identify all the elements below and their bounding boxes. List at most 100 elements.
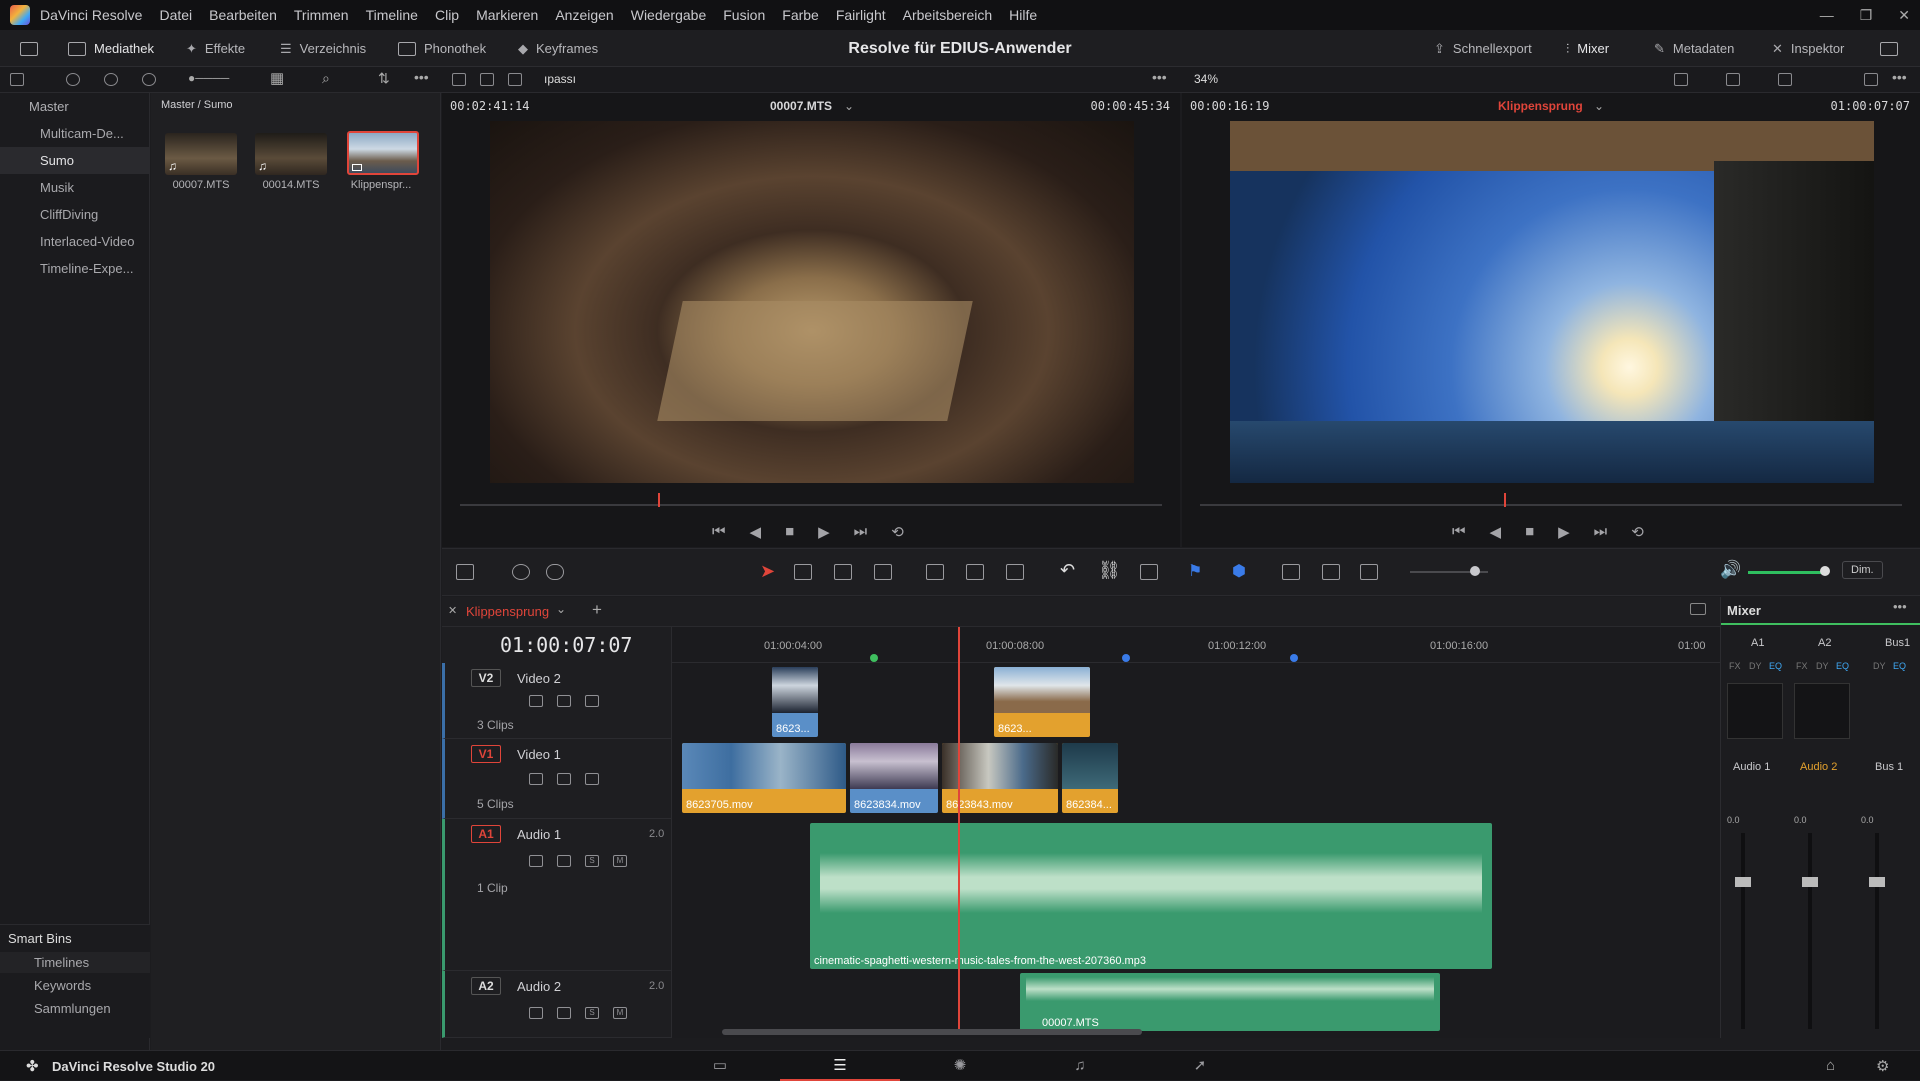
sort-icon[interactable]: ⇅ — [378, 70, 390, 87]
more-options-icon[interactable]: ••• — [1893, 599, 1907, 614]
timeline-options-icon[interactable] — [456, 564, 474, 580]
stop-icon[interactable]: ■ — [785, 523, 794, 541]
timeline-ruler[interactable]: 01:00:04:00 01:00:08:00 01:00:12:00 01:0… — [672, 627, 1720, 663]
gear-icon[interactable]: ⚙ — [1876, 1057, 1889, 1075]
volume-slider[interactable] — [1748, 571, 1822, 574]
solo-button[interactable]: S — [585, 855, 599, 867]
v1-clip[interactable]: 8623705.mov — [682, 743, 846, 813]
mute-button[interactable]: M — [613, 1007, 627, 1019]
reverse-icon[interactable]: ◀ — [1490, 523, 1502, 541]
play-icon[interactable]: ▶ — [1558, 523, 1570, 541]
close-icon[interactable]: ✕ — [1898, 7, 1910, 24]
cinema-mode-icon[interactable] — [1864, 73, 1878, 86]
lock-icon[interactable] — [529, 1007, 543, 1019]
search-icon[interactable]: ⌕ — [322, 70, 330, 87]
menu-arbeitsbereich[interactable]: Arbeitsbereich — [903, 7, 993, 23]
more-options-icon[interactable]: ••• — [414, 69, 429, 85]
maximize-icon[interactable]: ❐ — [1860, 7, 1873, 24]
track-id-v2[interactable]: V2 — [471, 669, 501, 687]
snapping-icon[interactable]: ↶ — [1060, 560, 1075, 581]
dy-label[interactable]: DY — [1873, 661, 1886, 671]
source-playhead[interactable] — [658, 493, 660, 507]
bin-item[interactable]: Interlaced-Video — [0, 228, 149, 255]
fader-handle[interactable] — [1735, 877, 1751, 887]
bin-master[interactable]: Master — [0, 93, 149, 120]
timeline-tracks[interactable]: 01:00:04:00 01:00:08:00 01:00:12:00 01:0… — [672, 627, 1720, 1038]
replace-clip-icon[interactable] — [1006, 564, 1024, 580]
home-icon[interactable]: ⌂ — [1826, 1057, 1835, 1074]
source-video-frame[interactable] — [490, 121, 1134, 483]
pan-control[interactable] — [1727, 683, 1783, 739]
timeline-view-icon[interactable] — [1690, 603, 1706, 615]
lock-icon[interactable] — [529, 855, 543, 867]
jump-start-icon[interactable]: ⏮ — [712, 523, 726, 541]
solo-button[interactable]: S — [585, 1007, 599, 1019]
marker-green[interactable] — [870, 654, 878, 662]
full-extent-zoom-icon[interactable] — [1282, 564, 1300, 580]
marker-icon[interactable]: ⬢ — [1232, 561, 1246, 581]
chevron-down-icon[interactable]: ⌄ — [556, 602, 566, 616]
position-lock-icon[interactable] — [1140, 564, 1158, 580]
inspektor-button[interactable]: ✕ Inspektor — [1772, 30, 1844, 67]
bin-item[interactable]: CliffDiving — [0, 201, 149, 228]
volume-handle[interactable] — [1820, 566, 1830, 576]
menu-bearbeiten[interactable]: Bearbeiten — [209, 7, 277, 23]
track-id-a1[interactable]: A1 — [471, 825, 501, 843]
metadaten-button[interactable]: ✎ Metadaten — [1654, 30, 1734, 67]
grid-view-icon[interactable]: ▦ — [270, 69, 284, 87]
jump-start-icon[interactable]: ⏮ — [1452, 523, 1466, 541]
zoom-slider-handle[interactable] — [1470, 566, 1480, 576]
v2-clip[interactable]: 8623... — [772, 667, 818, 737]
bin-item[interactable]: Musik — [0, 174, 149, 201]
edit-page-icon[interactable]: ☰ — [780, 1051, 900, 1081]
dy-label[interactable]: DY — [1749, 661, 1762, 671]
smart-bin-icon[interactable] — [104, 73, 118, 86]
minimize-icon[interactable]: — — [1820, 7, 1834, 23]
smart-bin-item[interactable]: Keywords — [0, 973, 150, 998]
panel-toggle-button[interactable] — [20, 30, 38, 67]
fullscreen-button[interactable] — [1880, 30, 1898, 67]
dynamic-trim-icon[interactable] — [834, 564, 852, 580]
jump-end-icon[interactable]: ⏭ — [1594, 523, 1608, 541]
record-timeline-name[interactable]: Klippensprung — [1498, 99, 1583, 113]
keyframes-button[interactable]: ◆ Keyframes — [518, 30, 598, 67]
media-page-icon[interactable]: ▭ — [660, 1051, 780, 1081]
link-icon[interactable]: ⛓ — [1098, 560, 1121, 581]
transform-icon[interactable] — [1778, 73, 1792, 86]
detail-zoom-icon[interactable] — [1322, 564, 1340, 580]
jump-end-icon[interactable]: ⏭ — [854, 523, 868, 541]
viewer-mode-icon[interactable] — [452, 73, 466, 86]
blade-tool-icon[interactable] — [874, 564, 892, 580]
horizontal-scrollbar[interactable] — [722, 1029, 1142, 1035]
source-clip-name[interactable]: 00007.MTS — [770, 99, 832, 113]
a2-clip[interactable]: 00007.MTS — [1020, 973, 1440, 1031]
bin-item[interactable]: Multicam-De... — [0, 120, 149, 147]
fader-track[interactable] — [1875, 833, 1879, 1029]
chevron-down-icon[interactable]: ⌄ — [844, 99, 854, 113]
clip-thumbnail[interactable]: ♫ — [255, 133, 327, 175]
menu-clip[interactable]: Clip — [435, 7, 459, 23]
auto-select-icon[interactable] — [557, 1007, 571, 1019]
record-scrub-bar[interactable] — [1200, 504, 1902, 506]
mute-button[interactable]: M — [613, 855, 627, 867]
v1-clip[interactable]: 8623834.mov — [850, 743, 938, 813]
timeline-playhead[interactable] — [958, 627, 960, 1032]
track-visibility-icon[interactable] — [585, 773, 599, 785]
fader-handle[interactable] — [1869, 877, 1885, 887]
single-viewer-icon[interactable] — [508, 73, 522, 86]
bin-icon[interactable] — [66, 73, 80, 86]
safe-area-icon[interactable] — [1674, 73, 1688, 86]
eq-label[interactable]: EQ — [1836, 661, 1849, 671]
fx-label[interactable]: FX — [1729, 661, 1741, 671]
lock-icon[interactable] — [529, 773, 543, 785]
selection-tool-icon[interactable]: ➤ — [760, 561, 775, 582]
play-icon[interactable]: ▶ — [818, 523, 830, 541]
flag-icon[interactable]: ⚑ — [1188, 561, 1202, 581]
effekte-button[interactable]: ✦ Effekte — [186, 30, 245, 67]
chevron-down-icon[interactable]: ⌄ — [1594, 99, 1604, 113]
close-tab-icon[interactable]: ✕ — [448, 604, 457, 617]
schnellexport-button[interactable]: ⇪ Schnellexport — [1434, 30, 1532, 67]
smart-bin-item[interactable]: Timelines — [0, 952, 150, 973]
menu-fairlight[interactable]: Fairlight — [836, 7, 886, 23]
auto-select-icon[interactable] — [557, 855, 571, 867]
